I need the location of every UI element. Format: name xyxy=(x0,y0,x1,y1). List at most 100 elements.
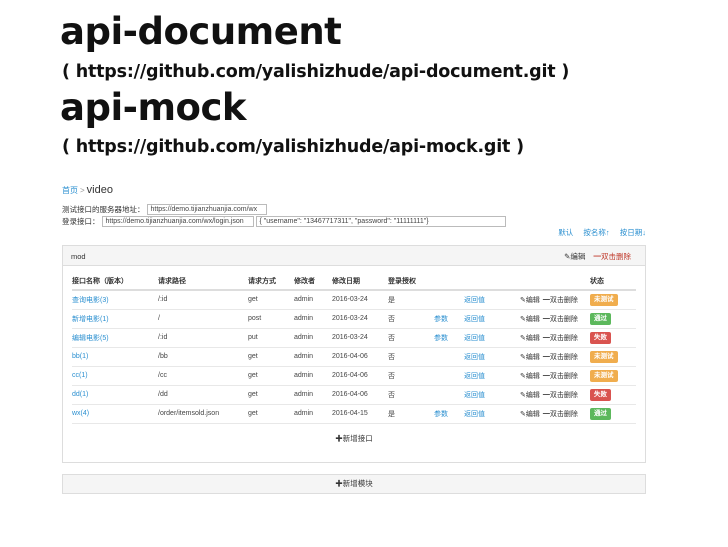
status-badge[interactable]: 未测试 xyxy=(590,350,618,363)
sort-links: 默认 按名称↑ 按日期↓ xyxy=(550,227,646,238)
request-method: post xyxy=(248,309,294,329)
request-path: /dd xyxy=(158,385,248,405)
breadcrumb-separator: > xyxy=(80,186,85,195)
title-api-mock: api-mock xyxy=(60,86,247,129)
request-method: get xyxy=(248,347,294,367)
login-label: 登录接口： xyxy=(62,217,100,226)
return-value-link[interactable]: 返回值 xyxy=(464,328,520,348)
interface-name-link[interactable]: 新增电影(1) xyxy=(72,309,158,329)
row-edit-button[interactable]: ✎编辑 xyxy=(520,411,540,418)
interface-name-link[interactable]: bb(1) xyxy=(72,347,158,367)
link-api-document: ( https://github.com/yalishizhude/api-do… xyxy=(62,62,570,82)
sort-by-date[interactable]: 按日期↓ xyxy=(620,228,646,237)
breadcrumb: 首页 > video xyxy=(62,184,113,196)
status-cell: 失败 xyxy=(590,385,636,405)
status-cell: 通过 xyxy=(590,309,636,329)
row-delete-button[interactable]: ━双击删除 xyxy=(543,373,578,380)
interface-name-link[interactable]: 查询电影(3) xyxy=(72,290,158,310)
request-method: get xyxy=(248,290,294,310)
add-module-button[interactable]: ✚新增模块 xyxy=(62,474,646,494)
return-value-link[interactable]: 返回值 xyxy=(464,290,520,310)
interface-name-link[interactable]: cc(1) xyxy=(72,366,158,386)
row-edit-button[interactable]: ✎编辑 xyxy=(520,392,540,399)
row-delete-button[interactable]: ━双击删除 xyxy=(543,297,578,304)
modified-by: admin xyxy=(294,385,332,405)
row-actions: ✎编辑 ━双击删除 xyxy=(520,385,590,405)
column-header: 接口名称（版本） xyxy=(72,273,158,291)
request-method: get xyxy=(248,404,294,424)
row-delete-button[interactable]: ━双击删除 xyxy=(543,392,578,399)
login-row: 登录接口： https://demo.tijianzhuanjia.com/wx… xyxy=(62,216,506,227)
status-cell: 通过 xyxy=(590,404,636,424)
interface-name-link[interactable]: dd(1) xyxy=(72,385,158,405)
column-header: 登录授权 xyxy=(388,273,434,291)
table-row: 编辑电影(5)/:id put admin 2016-03-24 否参数 返回值 ✎编辑 ━双… xyxy=(72,328,636,348)
params-link[interactable]: 参数 xyxy=(434,328,464,348)
modified-by: admin xyxy=(294,328,332,348)
row-actions: ✎编辑 ━双击删除 xyxy=(520,366,590,386)
table-row: bb(1)/bb get admin 2016-04-06 否返回值 ✎编辑 ━双击删除 未测… xyxy=(72,347,636,367)
status-cell: 失败 xyxy=(590,328,636,348)
status-badge[interactable]: 未测试 xyxy=(590,293,618,306)
params-link[interactable] xyxy=(434,385,464,405)
modified-date: 2016-04-06 xyxy=(332,385,388,405)
table-row: 查询电影(3)/:id get admin 2016-03-24 是 返回值 ✎编辑 ━双击删… xyxy=(72,290,636,310)
return-value-link[interactable]: 返回值 xyxy=(464,309,520,329)
row-edit-button[interactable]: ✎编辑 xyxy=(520,297,540,304)
row-actions: ✎编辑 ━双击删除 xyxy=(520,328,590,348)
row-delete-button[interactable]: ━双击删除 xyxy=(543,411,578,418)
sort-by-name[interactable]: 按名称↑ xyxy=(583,228,609,237)
row-delete-button[interactable]: ━双击删除 xyxy=(543,335,578,342)
module-edit-button[interactable]: ✎编辑 xyxy=(564,252,585,261)
table-row: wx(4)/order/itemsold.json get admin 2016-04… xyxy=(72,404,636,424)
column-header: 修改者 xyxy=(294,273,332,291)
module-name: mod xyxy=(71,252,86,261)
params-link[interactable] xyxy=(434,366,464,386)
row-edit-button[interactable]: ✎编辑 xyxy=(520,373,540,380)
status-cell: 未测试 xyxy=(590,347,636,367)
sort-default[interactable]: 默认 xyxy=(558,228,573,237)
login-auth: 是 xyxy=(388,404,434,424)
table-row: cc(1)/cc get admin 2016-04-06 否返回值 ✎编辑 ━双击删除 未测… xyxy=(72,366,636,386)
modified-date: 2016-03-24 xyxy=(332,309,388,329)
params-link[interactable] xyxy=(434,290,464,310)
row-edit-button[interactable]: ✎编辑 xyxy=(520,354,540,361)
params-link[interactable] xyxy=(434,347,464,367)
request-path: / xyxy=(158,309,248,329)
return-value-link[interactable]: 返回值 xyxy=(464,385,520,405)
server-row: 测试接口的服务器地址： https://demo.tijianzhuanjia.… xyxy=(62,204,267,215)
status-badge[interactable]: 失败 xyxy=(590,331,611,344)
modified-date: 2016-03-24 xyxy=(332,290,388,310)
row-delete-button[interactable]: ━双击删除 xyxy=(543,354,578,361)
status-badge[interactable]: 未测试 xyxy=(590,369,618,382)
server-url-input[interactable]: https://demo.tijianzhuanjia.com/wx xyxy=(146,204,267,215)
modified-date: 2016-04-06 xyxy=(332,347,388,367)
interface-name-link[interactable]: 编辑电影(5) xyxy=(72,328,158,348)
login-auth: 否 xyxy=(388,328,434,348)
row-actions: ✎编辑 ━双击删除 xyxy=(520,347,590,367)
interface-name-link[interactable]: wx(4) xyxy=(72,404,158,424)
module-header: mod ✎编辑 ━双击删除 xyxy=(63,246,645,266)
status-badge[interactable]: 通过 xyxy=(590,407,611,420)
row-actions: ✎编辑 ━双击删除 xyxy=(520,290,590,310)
row-edit-button[interactable]: ✎编辑 xyxy=(520,335,540,342)
params-link[interactable]: 参数 xyxy=(434,309,464,329)
request-path: /order/itemsold.json xyxy=(158,404,248,424)
login-url-input[interactable]: https://demo.tijianzhuanjia.com/wx/login… xyxy=(101,216,254,227)
row-edit-button[interactable]: ✎编辑 xyxy=(520,316,540,323)
request-method: get xyxy=(248,366,294,386)
request-path: /:id xyxy=(158,328,248,348)
return-value-link[interactable]: 返回值 xyxy=(464,347,520,367)
add-interface-button[interactable]: ✚新增接口 xyxy=(63,433,645,444)
status-badge[interactable]: 失败 xyxy=(590,388,611,401)
module-delete-button[interactable]: ━双击删除 xyxy=(594,252,632,261)
column-header xyxy=(434,273,464,291)
params-link[interactable]: 参数 xyxy=(434,404,464,424)
breadcrumb-home[interactable]: 首页 xyxy=(62,186,78,195)
login-body-input[interactable]: { "username": "13467717311", "password":… xyxy=(255,216,506,227)
return-value-link[interactable]: 返回值 xyxy=(464,404,520,424)
table-row: dd(1)/dd get admin 2016-04-06 否返回值 ✎编辑 ━双击删除 失败 xyxy=(72,385,636,405)
status-badge[interactable]: 通过 xyxy=(590,312,611,325)
row-delete-button[interactable]: ━双击删除 xyxy=(543,316,578,323)
return-value-link[interactable]: 返回值 xyxy=(464,366,520,386)
